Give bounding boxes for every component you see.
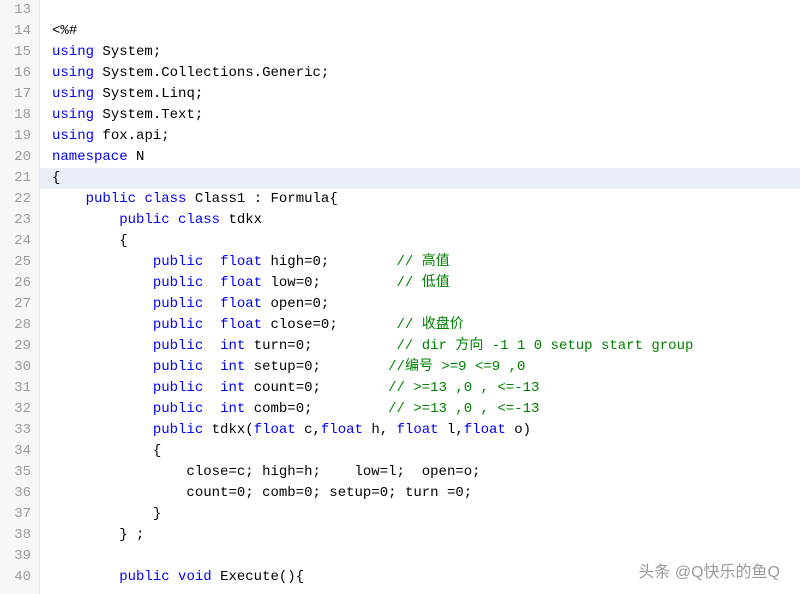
code-line[interactable]: public int count=0; // >=13 ,0 , <=-13 xyxy=(52,378,800,399)
line-number: 31 xyxy=(10,378,31,399)
code-line[interactable]: using System.Collections.Generic; xyxy=(52,63,800,84)
line-number: 19 xyxy=(10,126,31,147)
line-number: 40 xyxy=(10,567,31,588)
line-number: 38 xyxy=(10,525,31,546)
code-line[interactable]: public int comb=0; // >=13 ,0 , <=-13 xyxy=(52,399,800,420)
code-line[interactable] xyxy=(52,0,800,21)
code-line[interactable]: public float low=0; // 低值 xyxy=(52,273,800,294)
code-line[interactable]: public float high=0; // 高值 xyxy=(52,252,800,273)
line-number: 33 xyxy=(10,420,31,441)
line-number-gutter: 1314151617181920212223242526272829303132… xyxy=(0,0,40,594)
line-number: 34 xyxy=(10,441,31,462)
line-number: 17 xyxy=(10,84,31,105)
line-number: 21 xyxy=(10,168,31,189)
line-number: 25 xyxy=(10,252,31,273)
line-number: 29 xyxy=(10,336,31,357)
line-number: 36 xyxy=(10,483,31,504)
line-number: 15 xyxy=(10,42,31,63)
code-line[interactable]: public int turn=0; // dir 方向 -1 1 0 setu… xyxy=(52,336,800,357)
code-line[interactable]: public float open=0; xyxy=(52,294,800,315)
code-line[interactable]: { xyxy=(52,441,800,462)
line-number: 14 xyxy=(10,21,31,42)
watermark-text: 头条 @Q快乐的鱼Q xyxy=(638,558,780,582)
line-number: 32 xyxy=(10,399,31,420)
line-number: 26 xyxy=(10,273,31,294)
code-line[interactable]: namespace N xyxy=(52,147,800,168)
code-line[interactable]: { xyxy=(52,168,800,189)
line-number: 37 xyxy=(10,504,31,525)
code-line[interactable]: count=0; comb=0; setup=0; turn =0; xyxy=(52,483,800,504)
line-number: 22 xyxy=(10,189,31,210)
code-line[interactable]: using System; xyxy=(52,42,800,63)
code-content: <%#using System;using System.Collections… xyxy=(52,0,800,588)
code-editor[interactable]: 1314151617181920212223242526272829303132… xyxy=(0,0,800,594)
line-number: 13 xyxy=(10,0,31,21)
code-area[interactable]: <%#using System;using System.Collections… xyxy=(40,0,800,594)
line-number: 28 xyxy=(10,315,31,336)
code-line[interactable]: } xyxy=(52,504,800,525)
line-number: 39 xyxy=(10,546,31,567)
code-line[interactable]: public float close=0; // 收盘价 xyxy=(52,315,800,336)
line-number: 30 xyxy=(10,357,31,378)
code-line[interactable]: using System.Linq; xyxy=(52,84,800,105)
code-line[interactable]: { xyxy=(52,231,800,252)
line-number: 23 xyxy=(10,210,31,231)
line-number: 16 xyxy=(10,63,31,84)
line-number: 18 xyxy=(10,105,31,126)
code-line[interactable]: public tdkx(float c,float h, float l,flo… xyxy=(52,420,800,441)
line-number: 20 xyxy=(10,147,31,168)
code-line[interactable]: using fox.api; xyxy=(52,126,800,147)
code-line[interactable]: } ; xyxy=(52,525,800,546)
code-line[interactable]: <%# xyxy=(52,21,800,42)
code-line[interactable]: public class Class1 : Formula{ xyxy=(52,189,800,210)
code-line[interactable]: close=c; high=h; low=l; open=o; xyxy=(52,462,800,483)
line-number: 35 xyxy=(10,462,31,483)
line-number: 24 xyxy=(10,231,31,252)
line-number: 27 xyxy=(10,294,31,315)
code-line[interactable]: public int setup=0; //编号 >=9 <=9 ,0 xyxy=(52,357,800,378)
code-line[interactable]: using System.Text; xyxy=(52,105,800,126)
code-line[interactable]: public class tdkx xyxy=(52,210,800,231)
